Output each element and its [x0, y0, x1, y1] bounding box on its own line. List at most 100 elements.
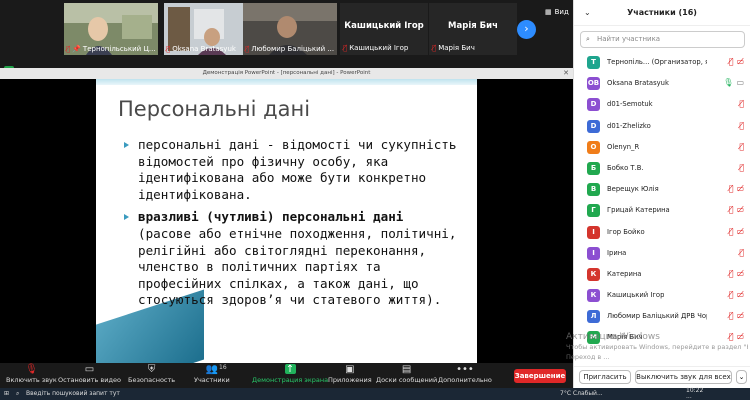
participant-search-input[interactable]: ⌕ Найти участника	[580, 31, 745, 48]
participant-name: Тернопіль... (Организатор, я)	[607, 58, 707, 66]
participant-name: d01-Semotuk	[607, 100, 653, 109]
video-tile-mariia[interactable]: Марія Бич 🎙̸ Марія Бич	[429, 3, 517, 55]
mic-muted-icon[interactable]: 🎙̸	[739, 99, 744, 108]
participant-list: Т Тернопіль... (Организатор, я) 🎙̸ ▭̸ OB Oksa…	[574, 52, 750, 349]
participant-row[interactable]: В Верещук Юлія 🎙̸ ▭̸	[574, 179, 750, 200]
video-thumbnail-strip: 🎙̸ 📌 Тернопільський Ц... 🎙̸ Oksana Brata…	[0, 0, 573, 57]
participant-name: Верещук Юлія	[607, 185, 659, 194]
participant-row[interactable]: Dd01-Zhelizko 🎙̸	[574, 116, 750, 137]
participant-status: 🎙̸ ▭̸	[729, 269, 744, 278]
participant-name: Бобко Т.В.	[607, 163, 644, 172]
panel-title: Участники (16)	[627, 8, 697, 17]
mic-muted-icon[interactable]: 🎙̸	[739, 248, 744, 257]
date[interactable]: ...	[686, 393, 692, 400]
start-icon[interactable]: ⊞	[4, 390, 9, 397]
participant-row[interactable]: O Olenyn_R 🎙̸	[574, 137, 750, 158]
participant-row[interactable]: Л Любомир Баліцький ДРВ Чор... 🎙̸ ▭̸	[574, 306, 750, 327]
view-button[interactable]: ▦ Вид	[545, 8, 569, 16]
whiteboards-button[interactable]: ▤ Доски сообщений	[376, 363, 437, 385]
video-off-icon[interactable]: ▭̸	[736, 269, 744, 278]
mute-all-button[interactable]: Выключить звук для всех	[635, 370, 732, 384]
participant-name: Ірина	[607, 248, 627, 257]
participant-row[interactable]: К Кашицький Ігор 🎙̸ ▭̸	[574, 285, 750, 306]
mic-muted-icon[interactable]: 🎙̸	[729, 205, 734, 214]
participant-row[interactable]: Т Тернопіль... (Организатор, я) 🎙̸ ▭̸	[574, 52, 750, 73]
participant-row[interactable]: Б Бобко Т.В. 🎙̸	[574, 158, 750, 179]
share-arrow-icon: ↑	[284, 363, 296, 375]
tile-label: 🎙̸ Любомир Баліцький ...	[245, 45, 335, 53]
video-tile-kashytskyi[interactable]: Кашицький Ігор 🎙̸ Кашицький Ігор	[340, 3, 428, 55]
participant-status: 🎙̸ ▭̸	[729, 57, 744, 66]
mic-muted-icon[interactable]: 🎙̸	[739, 121, 744, 130]
windows-activation-watermark: Активация Windows Чтобы активировать Win…	[566, 332, 748, 361]
pin-icon: 📌	[72, 45, 81, 53]
mic-muted-icon: 🎙	[25, 363, 38, 375]
mic-muted-icon[interactable]: 🎙̸	[739, 142, 744, 151]
meeting-toolbar: 🎙 Включить звук ▭ Остановить видео ⛨ Без…	[0, 363, 573, 388]
participant-row[interactable]: Г Грицай Катерина 🎙̸ ▭̸	[574, 200, 750, 221]
mic-muted-icon: 🎙̸	[166, 45, 171, 53]
mic-muted-icon: 🎙̸	[343, 44, 348, 52]
video-off-icon[interactable]: ▭̸	[736, 290, 744, 299]
share-screen-button[interactable]: ↑ Демонстрация экрана	[252, 363, 328, 385]
participant-row[interactable]: К Катерина 🎙̸ ▭̸	[574, 264, 750, 285]
taskbar-search-input[interactable]: Введіть пошуковий запит тут	[26, 390, 120, 397]
video-on-icon[interactable]: ▭	[736, 78, 744, 87]
next-page-button[interactable]: ›	[517, 20, 536, 39]
avatar: І	[587, 246, 600, 260]
video-tile-lyubomyr[interactable]: 🎙̸ Любомир Баліцький ...	[243, 3, 337, 55]
mic-muted-icon[interactable]: 🎙̸	[729, 227, 734, 236]
mic-muted-icon[interactable]: 🎙̸	[739, 163, 744, 172]
avatar: Л	[587, 310, 600, 324]
participant-row[interactable]: І Ірина 🎙̸	[574, 243, 750, 264]
avatar: К	[587, 267, 600, 281]
mic-muted-icon[interactable]: 🎙̸	[729, 290, 734, 299]
security-button[interactable]: ⛨ Безопасность	[128, 363, 175, 385]
stop-video-button[interactable]: ▭ Остановить видео	[58, 363, 121, 385]
tile-label: 🎙̸ Марія Бич	[432, 44, 475, 52]
participant-name: Катерина	[607, 269, 642, 278]
video-off-icon[interactable]: ▭̸	[736, 57, 744, 66]
video-off-icon[interactable]: ▭̸	[736, 311, 744, 320]
participant-name: Кашицький Ігор	[607, 291, 665, 300]
avatar: D	[587, 119, 600, 133]
apps-button[interactable]: ▣ Приложения	[328, 363, 372, 385]
participant-name: Любомир Баліцький ДРВ Чор...	[607, 312, 707, 321]
presentation-slide: Персональні дані персональні дані - відо…	[96, 79, 477, 363]
tile-label: 🎙̸ Oksana Bratasyuk	[166, 45, 236, 53]
taskbar-search-icon: ⌕	[16, 390, 20, 397]
slide-title: Персональні дані	[118, 97, 311, 121]
participant-row[interactable]: І Ігор Бойко 🎙̸ ▭̸	[574, 222, 750, 243]
avatar: Г	[587, 204, 600, 218]
mic-muted-icon[interactable]: 🎙̸	[729, 184, 734, 193]
mic-muted-icon: 🎙̸	[245, 45, 250, 53]
video-off-icon[interactable]: ▭̸	[736, 205, 744, 214]
shield-icon: ⛨	[147, 363, 156, 375]
bullet-sensitive-data: вразливі (чутливі) персональні дані (рас…	[122, 209, 462, 309]
participant-row[interactable]: Dd01-Semotuk 🎙̸	[574, 94, 750, 115]
invite-button[interactable]: Пригласить	[579, 370, 631, 384]
weather-widget[interactable]: 7°C Слабый...	[560, 390, 603, 397]
video-tile-ternopil[interactable]: 🎙̸ 📌 Тернопільський Ц...	[64, 3, 158, 55]
mic-muted-icon[interactable]: 🎙̸	[729, 269, 734, 278]
more-button[interactable]: ••• Дополнительно	[438, 363, 492, 385]
participant-name: Olenyn_R	[607, 142, 640, 151]
participants-panel: ⌄ Участники (16) ⌕ Найти участника Т Терн…	[573, 0, 750, 388]
participant-name: Oksana Bratasyuk	[607, 79, 669, 88]
end-meeting-button[interactable]: Завершение	[514, 369, 566, 383]
avatar: К	[587, 289, 600, 303]
video-off-icon[interactable]: ▭̸	[736, 227, 744, 236]
more-options-button[interactable]: ⌄	[736, 370, 747, 384]
participant-row[interactable]: OB Oksana Bratasyuk 🎙 ▭	[574, 73, 750, 94]
unmute-button[interactable]: 🎙 Включить звук	[6, 363, 57, 385]
mic-muted-icon[interactable]: 🎙̸	[729, 311, 734, 320]
close-icon[interactable]: ✕	[563, 68, 569, 79]
mic-muted-icon[interactable]: 🎙̸	[729, 57, 734, 66]
avatar: Б	[587, 161, 600, 175]
apps-icon: ▣	[345, 363, 355, 375]
mic-on-icon[interactable]: 🎙	[723, 78, 733, 87]
avatar: D	[587, 98, 600, 112]
mic-muted-icon: 🎙̸	[66, 45, 71, 53]
participants-count-badge: 16	[219, 364, 227, 371]
video-off-icon[interactable]: ▭̸	[736, 184, 744, 193]
